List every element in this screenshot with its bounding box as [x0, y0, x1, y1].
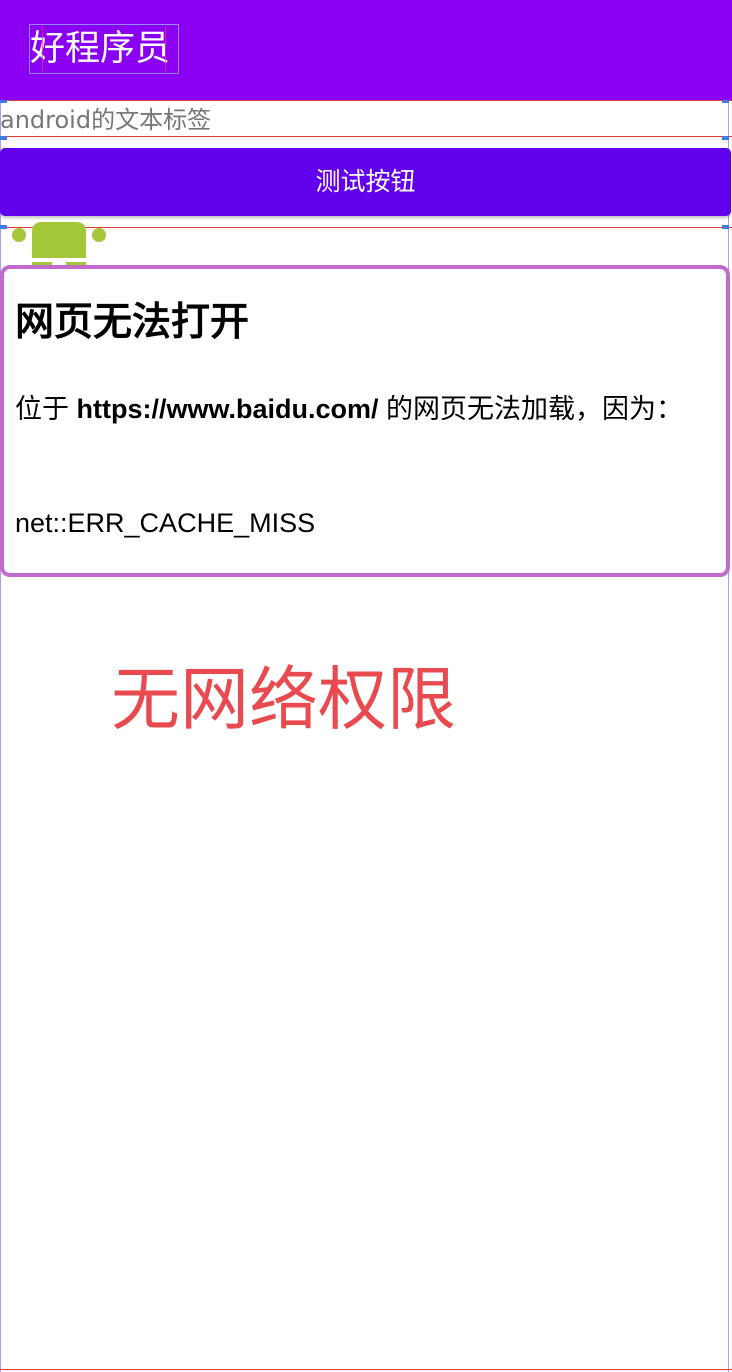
- webview[interactable]: 网页无法打开 位于 https://www.baidu.com/ 的网页无法加载…: [0, 265, 730, 577]
- error-message-suffix: 的网页无法加载，因为：: [378, 394, 684, 424]
- layout-bound-line: [0, 1369, 732, 1370]
- layout-corner-mark: [722, 225, 729, 229]
- webview-error-code: net::ERR_CACHE_MISS: [15, 508, 316, 538]
- app-bar-title: 好程序员: [29, 24, 179, 74]
- error-message-prefix: 位于: [15, 394, 77, 424]
- text-label: android的文本标签: [0, 106, 212, 134]
- app-screen: 好程序员 android的文本标签 测试按钮 网页无法打开 位于 https:/…: [0, 0, 732, 1372]
- layout-bound-line: [0, 227, 732, 228]
- annotation-text: 无网络权限: [111, 660, 456, 740]
- webview-error-heading: 网页无法打开: [15, 301, 250, 344]
- app-bar: 好程序员: [0, 0, 732, 100]
- layout-corner-mark: [0, 225, 7, 229]
- webview-error-message: 位于 https://www.baidu.com/ 的网页无法加载，因为：: [15, 389, 705, 429]
- error-url: https://www.baidu.com/: [76, 394, 379, 424]
- text-label-row: android的文本标签: [0, 101, 732, 137]
- test-button[interactable]: 测试按钮: [0, 148, 731, 216]
